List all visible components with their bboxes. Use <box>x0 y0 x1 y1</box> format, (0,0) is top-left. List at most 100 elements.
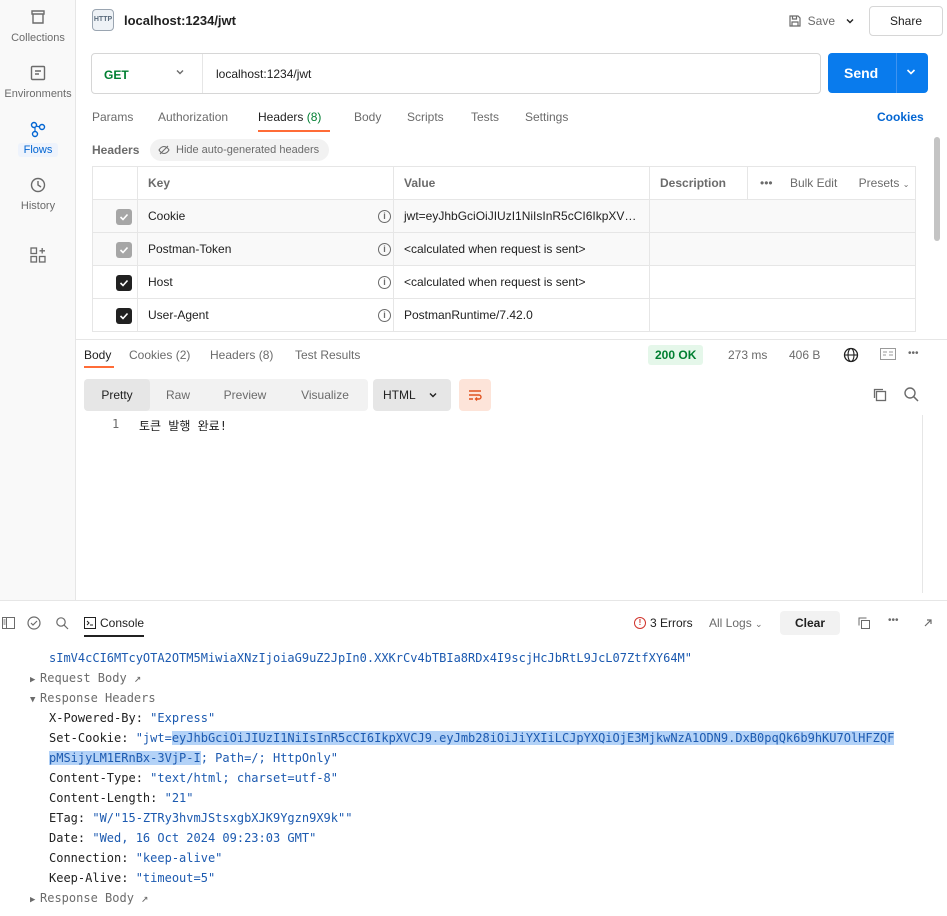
header-line[interactable]: Content-Type: "text/html; charset=utf-8" <box>49 771 338 785</box>
sidebar-toggle-icon[interactable] <box>2 617 15 629</box>
sidebar-item-flows[interactable]: Flows <box>0 120 76 157</box>
url-input[interactable]: localhost:1234/jwt <box>216 67 311 81</box>
header-line[interactable]: Content-Length: "21" <box>49 791 194 805</box>
tab-tests[interactable]: Tests <box>471 110 499 124</box>
tab-settings[interactable]: Settings <box>525 110 568 124</box>
format-select[interactable]: HTML <box>373 379 451 411</box>
response-time[interactable]: 273 ms <box>728 348 767 362</box>
more-icon[interactable]: ••• <box>908 348 919 359</box>
view-visualize[interactable]: Visualize <box>284 379 366 411</box>
check-icon <box>119 312 129 320</box>
header-description[interactable] <box>650 233 915 266</box>
request-scrollbar[interactable] <box>934 137 940 241</box>
search-icon[interactable] <box>903 386 920 403</box>
sidebar-item-environments[interactable]: Environments <box>0 64 76 100</box>
header-key[interactable]: User-Agent <box>138 299 394 332</box>
info-icon[interactable]: i <box>378 210 391 223</box>
header-line[interactable]: Connection: "keep-alive" <box>49 851 222 865</box>
header-value[interactable]: PostmanRuntime/7.42.0 <box>394 299 650 332</box>
tab-response-body[interactable]: Body <box>84 348 111 362</box>
copy-icon[interactable] <box>872 387 888 403</box>
header-description[interactable] <box>650 299 915 332</box>
header-value[interactable]: <calculated when request is sent> <box>394 233 650 266</box>
clear-button[interactable]: Clear <box>780 611 840 635</box>
save-button[interactable]: Save <box>788 8 835 34</box>
more-icon[interactable]: ••• <box>888 615 899 626</box>
response-size[interactable]: 406 B <box>789 348 820 362</box>
globe-icon[interactable] <box>843 347 859 363</box>
row-checkbox[interactable] <box>116 209 132 225</box>
tab-authorization[interactable]: Authorization <box>158 110 228 124</box>
response-body-line[interactable]: 토큰 발행 완료! <box>139 417 227 434</box>
save-example-icon[interactable] <box>880 348 896 360</box>
cookies-link[interactable]: Cookies <box>877 110 924 124</box>
more-icon[interactable]: ••• <box>760 176 773 190</box>
view-preview[interactable]: Preview <box>206 379 284 411</box>
header-key[interactable]: Cookie <box>138 200 394 233</box>
hide-auto-headers-button[interactable]: Hide auto-generated headers <box>150 139 330 161</box>
header-line-continued[interactable]: pMSijyLM1ERnBx-3VjP-I; Path=/; HttpOnly" <box>49 751 338 765</box>
header-key[interactable]: Postman-Token <box>138 233 394 266</box>
header-description[interactable] <box>650 200 915 233</box>
copy-icon[interactable] <box>858 617 870 629</box>
tab-scripts[interactable]: Scripts <box>407 110 444 124</box>
external-link-icon[interactable]: ↗ <box>141 891 148 905</box>
header-line[interactable]: Date: "Wed, 16 Oct 2024 09:23:03 GMT" <box>49 831 316 845</box>
chevron-down-icon[interactable] <box>904 65 918 79</box>
header-line[interactable]: Set-Cookie: "jwt=eyJhbGciOiJIUzI1NiIsInR… <box>49 731 895 745</box>
send-button[interactable]: Send <box>828 53 928 93</box>
header-value[interactable]: jwt=eyJhbGciOiJIUzI1NiIsInR5cCI6IkpXVCJ9… <box>394 200 650 233</box>
row-checkbox[interactable] <box>116 242 132 258</box>
tab-body[interactable]: Body <box>354 110 381 124</box>
console-response-headers[interactable]: ▼ Response Headers <box>30 691 156 705</box>
tab-test-results[interactable]: Test Results <box>295 348 360 362</box>
wrap-lines-button[interactable] <box>459 379 491 411</box>
sidebar-item-collections[interactable]: Collections <box>0 8 76 44</box>
caret-right-icon: ▶ <box>30 895 36 905</box>
search-icon[interactable] <box>55 616 69 630</box>
info-icon[interactable]: i <box>378 309 391 322</box>
method-select[interactable]: GET <box>92 54 203 93</box>
header-key[interactable]: Host <box>138 266 394 299</box>
bulk-edit-button[interactable]: Bulk Edit <box>790 176 837 190</box>
share-button[interactable]: Share <box>869 6 943 36</box>
status-badge[interactable]: 200 OK <box>648 345 704 365</box>
header-line[interactable]: Keep-Alive: "timeout=5" <box>49 871 215 885</box>
info-icon[interactable]: i <box>378 243 391 256</box>
tab-response-cookies[interactable]: Cookies (2) <box>129 348 190 362</box>
header-name: Connection: <box>49 851 136 865</box>
row-checkbox[interactable] <box>116 275 132 291</box>
tab-response-headers[interactable]: Headers (8) <box>210 348 273 362</box>
save-options-button[interactable] <box>839 8 861 34</box>
check-circle-icon[interactable] <box>27 616 41 630</box>
header-line[interactable]: X-Powered-By: "Express" <box>49 711 215 725</box>
sidebar-item-configure[interactable] <box>0 246 76 270</box>
header-line[interactable]: ETag: "W/"15-ZTRy3hvmJStsxgbXJK9Ygzn9X9k… <box>49 811 352 825</box>
header-description[interactable] <box>650 266 915 299</box>
response-scrollbar[interactable] <box>922 415 936 593</box>
request-title[interactable]: localhost:1234/jwt <box>124 13 236 28</box>
console-response-body[interactable]: ▶ Response Body ↗ <box>30 891 148 905</box>
presets-button[interactable]: Presets ⌄ <box>859 176 910 190</box>
tab-headers[interactable]: Headers (8) <box>258 110 321 124</box>
console-token-line[interactable]: sImV4cCI6MTcyOTA2OTM5MiwiaXNzIjoiaG9uZ2J… <box>49 651 692 665</box>
check-icon <box>119 213 129 221</box>
view-pretty[interactable]: Pretty <box>84 379 150 411</box>
console-request-body[interactable]: ▶ Request Body ↗ <box>30 671 141 685</box>
url-bar: GET localhost:1234/jwt <box>91 53 821 94</box>
info-icon[interactable]: i <box>378 276 391 289</box>
log-level-select[interactable]: All Logs ⌄ <box>709 616 763 630</box>
tab-params[interactable]: Params <box>92 110 133 124</box>
view-raw[interactable]: Raw <box>150 379 206 411</box>
row-checkbox[interactable] <box>116 308 132 324</box>
external-link-icon[interactable]: ↗ <box>134 671 141 685</box>
header-value[interactable]: <calculated when request is sent> <box>394 266 650 299</box>
errors-badge[interactable]: ! 3 Errors <box>634 616 693 630</box>
checkbox-column <box>93 167 138 200</box>
expand-icon[interactable] <box>922 617 934 629</box>
header-value: "keep-alive" <box>135 851 223 865</box>
save-icon <box>789 15 801 27</box>
sidebar-item-history[interactable]: History <box>0 176 76 212</box>
console-tab[interactable]: Console <box>100 616 144 630</box>
pane-splitter[interactable] <box>76 339 947 340</box>
